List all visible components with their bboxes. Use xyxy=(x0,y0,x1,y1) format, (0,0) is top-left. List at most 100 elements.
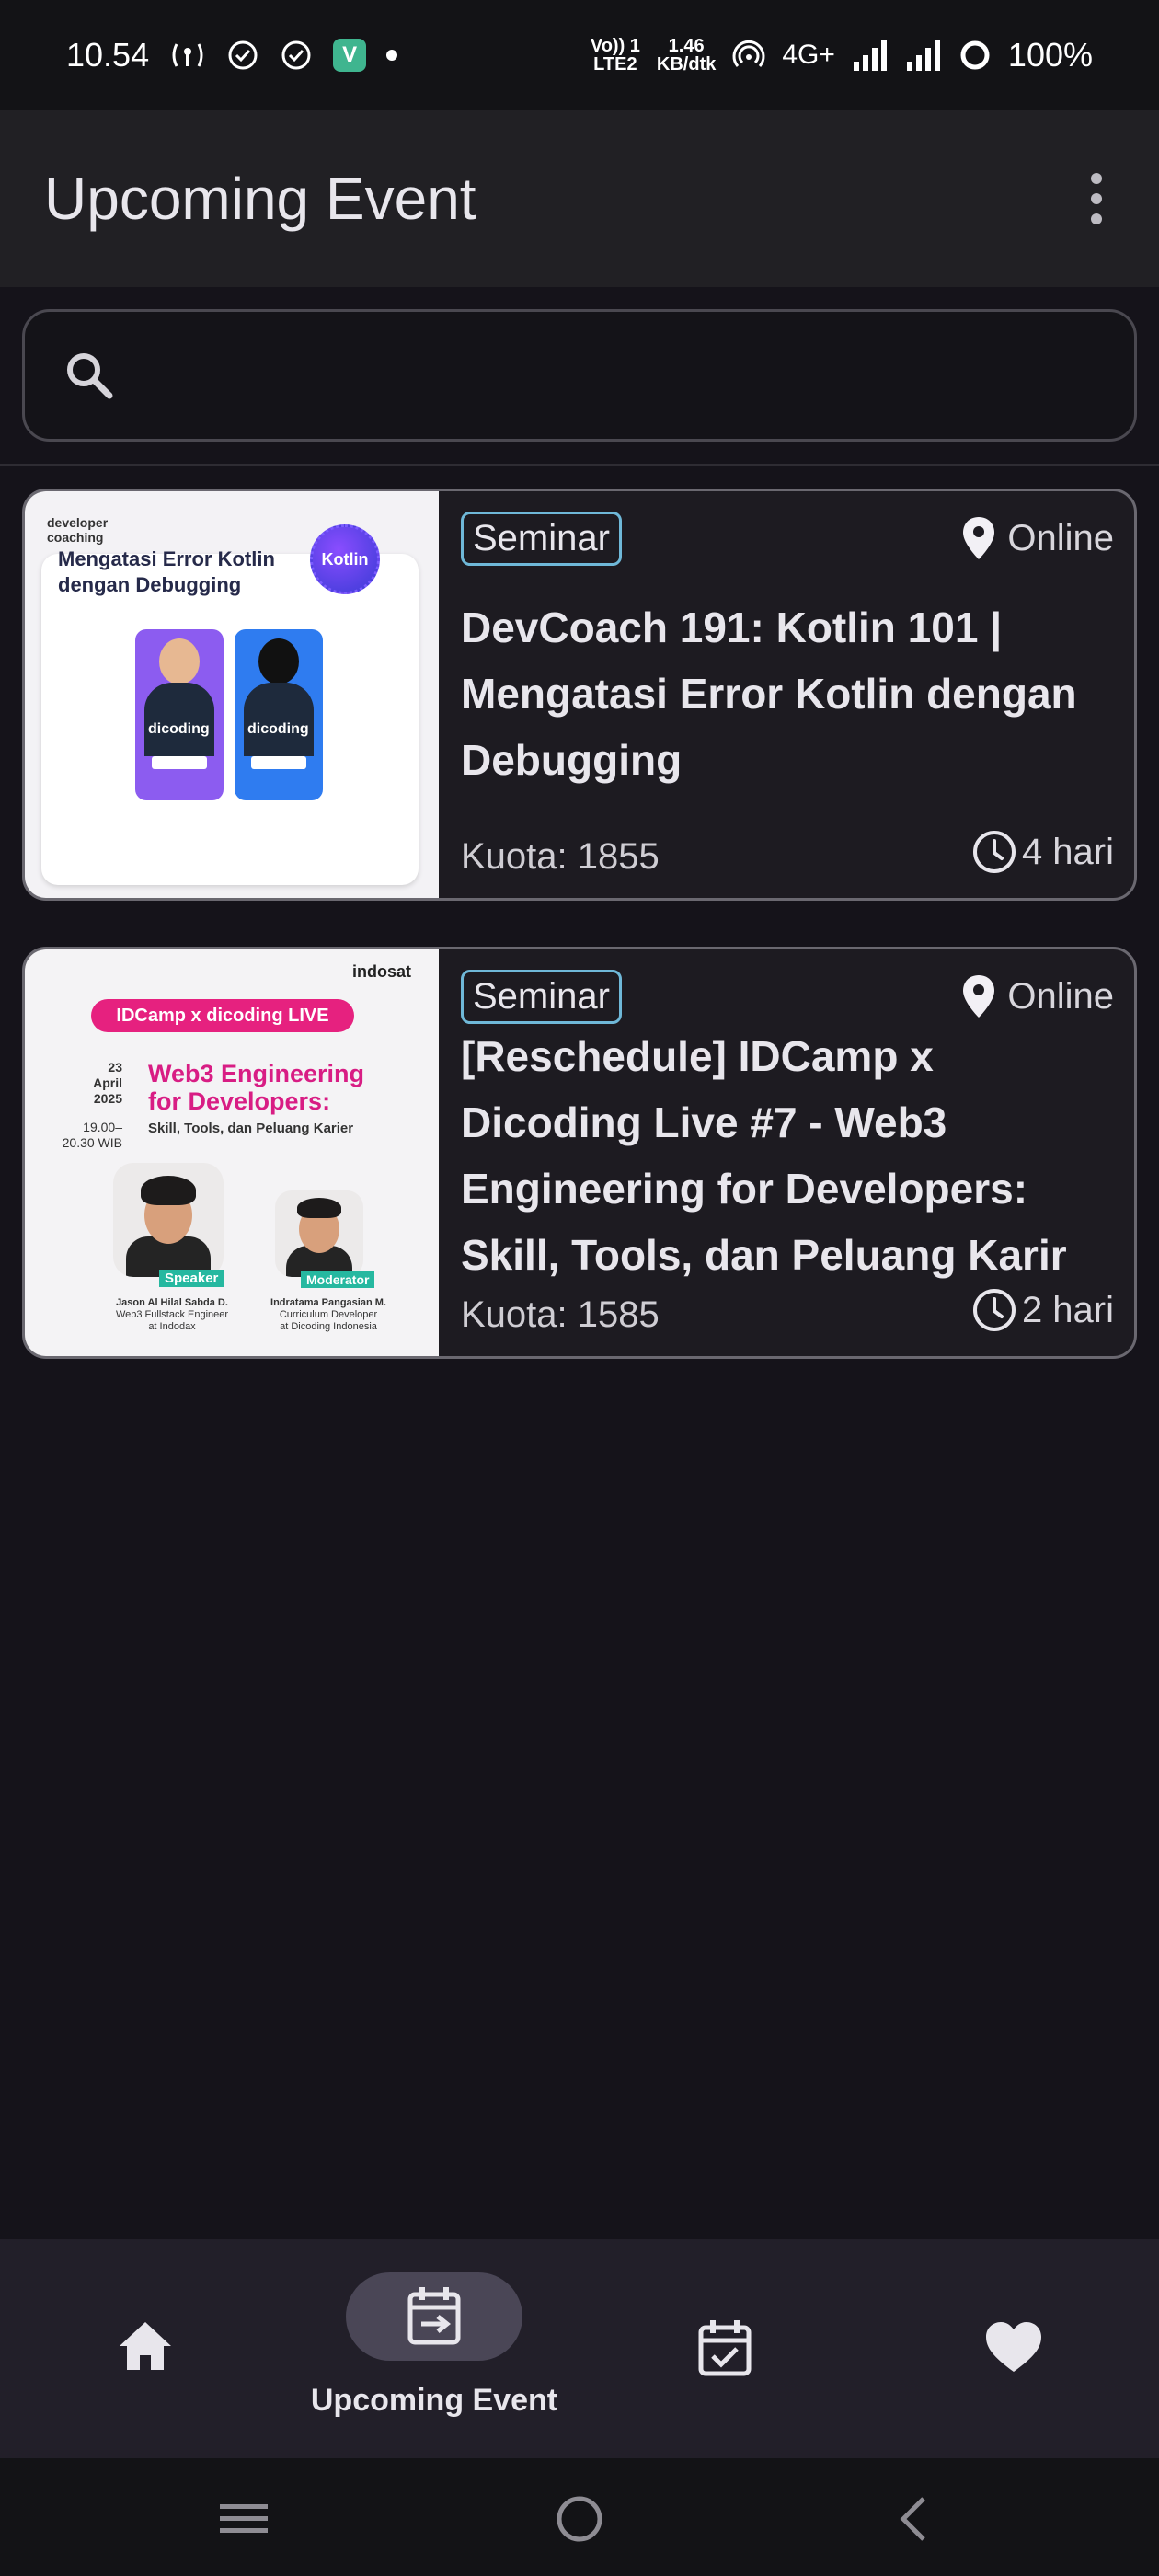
app-bar: Upcoming Event xyxy=(0,110,1159,287)
moderator-name-block: Indratama Pangasian M. Curriculum Develo… xyxy=(251,1297,406,1333)
nav-home[interactable] xyxy=(92,2239,199,2458)
signal-strength-icon xyxy=(852,40,889,71)
time-remaining: 2 hari xyxy=(970,1286,1114,1334)
upcoming-event-icon xyxy=(405,2285,464,2348)
thumbnail-pill: IDCamp x dicoding LIVE xyxy=(91,999,354,1032)
moderator-photo xyxy=(275,1190,363,1277)
speaker-photo: dicoding xyxy=(135,629,224,800)
speed-value: 1.46 xyxy=(668,36,705,56)
thumbnail-headline: Mengatasi Error Kotlin dengan Debugging xyxy=(58,547,275,596)
location-pin-icon xyxy=(961,515,996,561)
nfc-signal-icon xyxy=(169,39,206,72)
time-remaining-label: 4 hari xyxy=(1021,831,1114,872)
speaker-role: at Indodax xyxy=(148,1321,196,1332)
thumbnail-corner-brand: indosat xyxy=(351,962,411,981)
page-title: Upcoming Event xyxy=(44,166,476,232)
volte-indicator: Vo)) 1 LTE2 xyxy=(591,37,640,74)
event-card-body: Seminar Online DevCoach 191: Kotlin 101 … xyxy=(439,491,1134,898)
event-card[interactable]: indosat IDCamp x dicoding LIVE 23 April … xyxy=(22,947,1137,1359)
moderator-name: Indratama Pangasian M. xyxy=(270,1297,386,1308)
check-circle-icon xyxy=(226,39,259,72)
home-icon xyxy=(118,2320,173,2372)
hotspot-icon xyxy=(732,39,765,72)
nav-favorite[interactable] xyxy=(970,2239,1058,2458)
battery-saver-icon xyxy=(958,39,992,72)
speaker-name-block: Jason Al Hilal Sabda D. Web3 Fullstack E… xyxy=(98,1297,246,1333)
recent-apps-icon[interactable] xyxy=(207,2482,281,2556)
brand-line: coaching xyxy=(47,530,104,545)
moderator-role: Curriculum Developer xyxy=(279,1309,378,1320)
battery-percent: 100% xyxy=(1007,36,1093,74)
thumbnail-brand: developer coaching xyxy=(47,515,108,545)
more-notifications-dot-icon xyxy=(386,50,398,61)
nav-label-upcoming-event[interactable]: Upcoming Event xyxy=(276,2383,592,2419)
event-card-body: Seminar Online [Reschedule] IDCamp x Dic… xyxy=(439,949,1134,1356)
signal-strength-icon xyxy=(905,40,942,71)
search-input[interactable] xyxy=(139,354,1134,397)
network-type: 4G+ xyxy=(782,40,835,70)
quota-label: Kuota: xyxy=(461,836,568,877)
brand-line: developer xyxy=(47,515,109,530)
speaker-photo xyxy=(113,1163,224,1277)
time-line: 20.30 WIB xyxy=(62,1135,122,1150)
headline-line: for Developers: xyxy=(148,1087,331,1115)
event-thumbnail: developer coaching Mengatasi Error Kotli… xyxy=(25,491,439,898)
moderator-photo: dicoding xyxy=(235,629,323,800)
location: Online xyxy=(961,973,1114,1019)
volte-bottom: LTE2 xyxy=(593,54,637,75)
search-bar[interactable] xyxy=(22,309,1137,442)
event-thumbnail: indosat IDCamp x dicoding LIVE 23 April … xyxy=(25,949,439,1356)
quota: Kuota: 1585 xyxy=(461,1294,660,1336)
quota-label: Kuota: xyxy=(461,1294,568,1335)
event-title: DevCoach 191: Kotlin 101 | Mengatasi Err… xyxy=(461,604,1077,784)
shirt-brand: dicoding xyxy=(247,721,309,737)
thumbnail-date: 23 April 2025 19.00– 20.30 WIB xyxy=(62,1060,122,1151)
date-line: April xyxy=(93,1075,122,1090)
thumbnail-panel xyxy=(41,554,419,885)
shirt-brand: dicoding xyxy=(148,721,210,737)
favorite-icon xyxy=(984,2320,1043,2374)
category-chip: Seminar xyxy=(461,970,622,1024)
system-navigation-bar xyxy=(0,2458,1159,2576)
location-label: Online xyxy=(1007,517,1114,558)
quota-value: 1855 xyxy=(577,836,660,877)
location-label: Online xyxy=(1007,975,1114,1017)
clock-icon xyxy=(970,828,1018,876)
divider xyxy=(0,464,1159,466)
date-line: 23 xyxy=(108,1060,122,1075)
nav-finished-event[interactable] xyxy=(677,2239,773,2458)
network-speed: 1.46 KB/dtk xyxy=(657,37,716,74)
moderator-role: at Dicoding Indonesia xyxy=(280,1321,377,1332)
headline-line: Web3 Engineering xyxy=(148,1060,365,1087)
quota-value: 1585 xyxy=(577,1294,660,1335)
kotlin-badge: Kotlin xyxy=(310,524,380,594)
thumbnail-subline: Skill, Tools, dan Peluang Karier xyxy=(148,1121,354,1136)
category-chip: Seminar xyxy=(461,512,622,566)
speaker-name: Jason Al Hilal Sabda D. xyxy=(116,1297,228,1308)
location: Online xyxy=(961,515,1114,561)
bottom-navigation: Upcoming Event xyxy=(0,2239,1159,2458)
check-circle-icon xyxy=(280,39,313,72)
search-icon xyxy=(62,348,117,403)
event-card[interactable]: developer coaching Mengatasi Error Kotli… xyxy=(22,489,1137,901)
time-line: 19.00– xyxy=(83,1120,122,1134)
clock-icon xyxy=(970,1286,1018,1334)
date-line: 2025 xyxy=(93,1091,122,1106)
quota: Kuota: 1855 xyxy=(461,836,660,878)
thumbnail-headline: Web3 Engineering for Developers: xyxy=(148,1060,364,1115)
time-remaining-label: 2 hari xyxy=(1021,1289,1114,1330)
app-notification-icon: V xyxy=(333,39,367,72)
volte-top: Vo)) 1 xyxy=(590,36,640,56)
nav-upcoming-event[interactable] xyxy=(346,2239,522,2458)
speaker-role: Web3 Fullstack Engineer xyxy=(115,1309,229,1320)
speaker-label: Speaker xyxy=(159,1270,224,1287)
overflow-menu-icon[interactable] xyxy=(1078,162,1115,236)
event-title: [Reschedule] IDCamp x Dicoding Live #7 -… xyxy=(461,1032,1067,1279)
moderator-label: Moderator xyxy=(301,1271,375,1288)
location-pin-icon xyxy=(961,973,996,1019)
home-button-icon[interactable] xyxy=(543,2482,616,2556)
status-time: 10.54 xyxy=(66,36,150,74)
back-icon[interactable] xyxy=(876,2482,949,2556)
speed-unit: KB/dtk xyxy=(656,54,717,75)
time-remaining: 4 hari xyxy=(970,828,1114,876)
